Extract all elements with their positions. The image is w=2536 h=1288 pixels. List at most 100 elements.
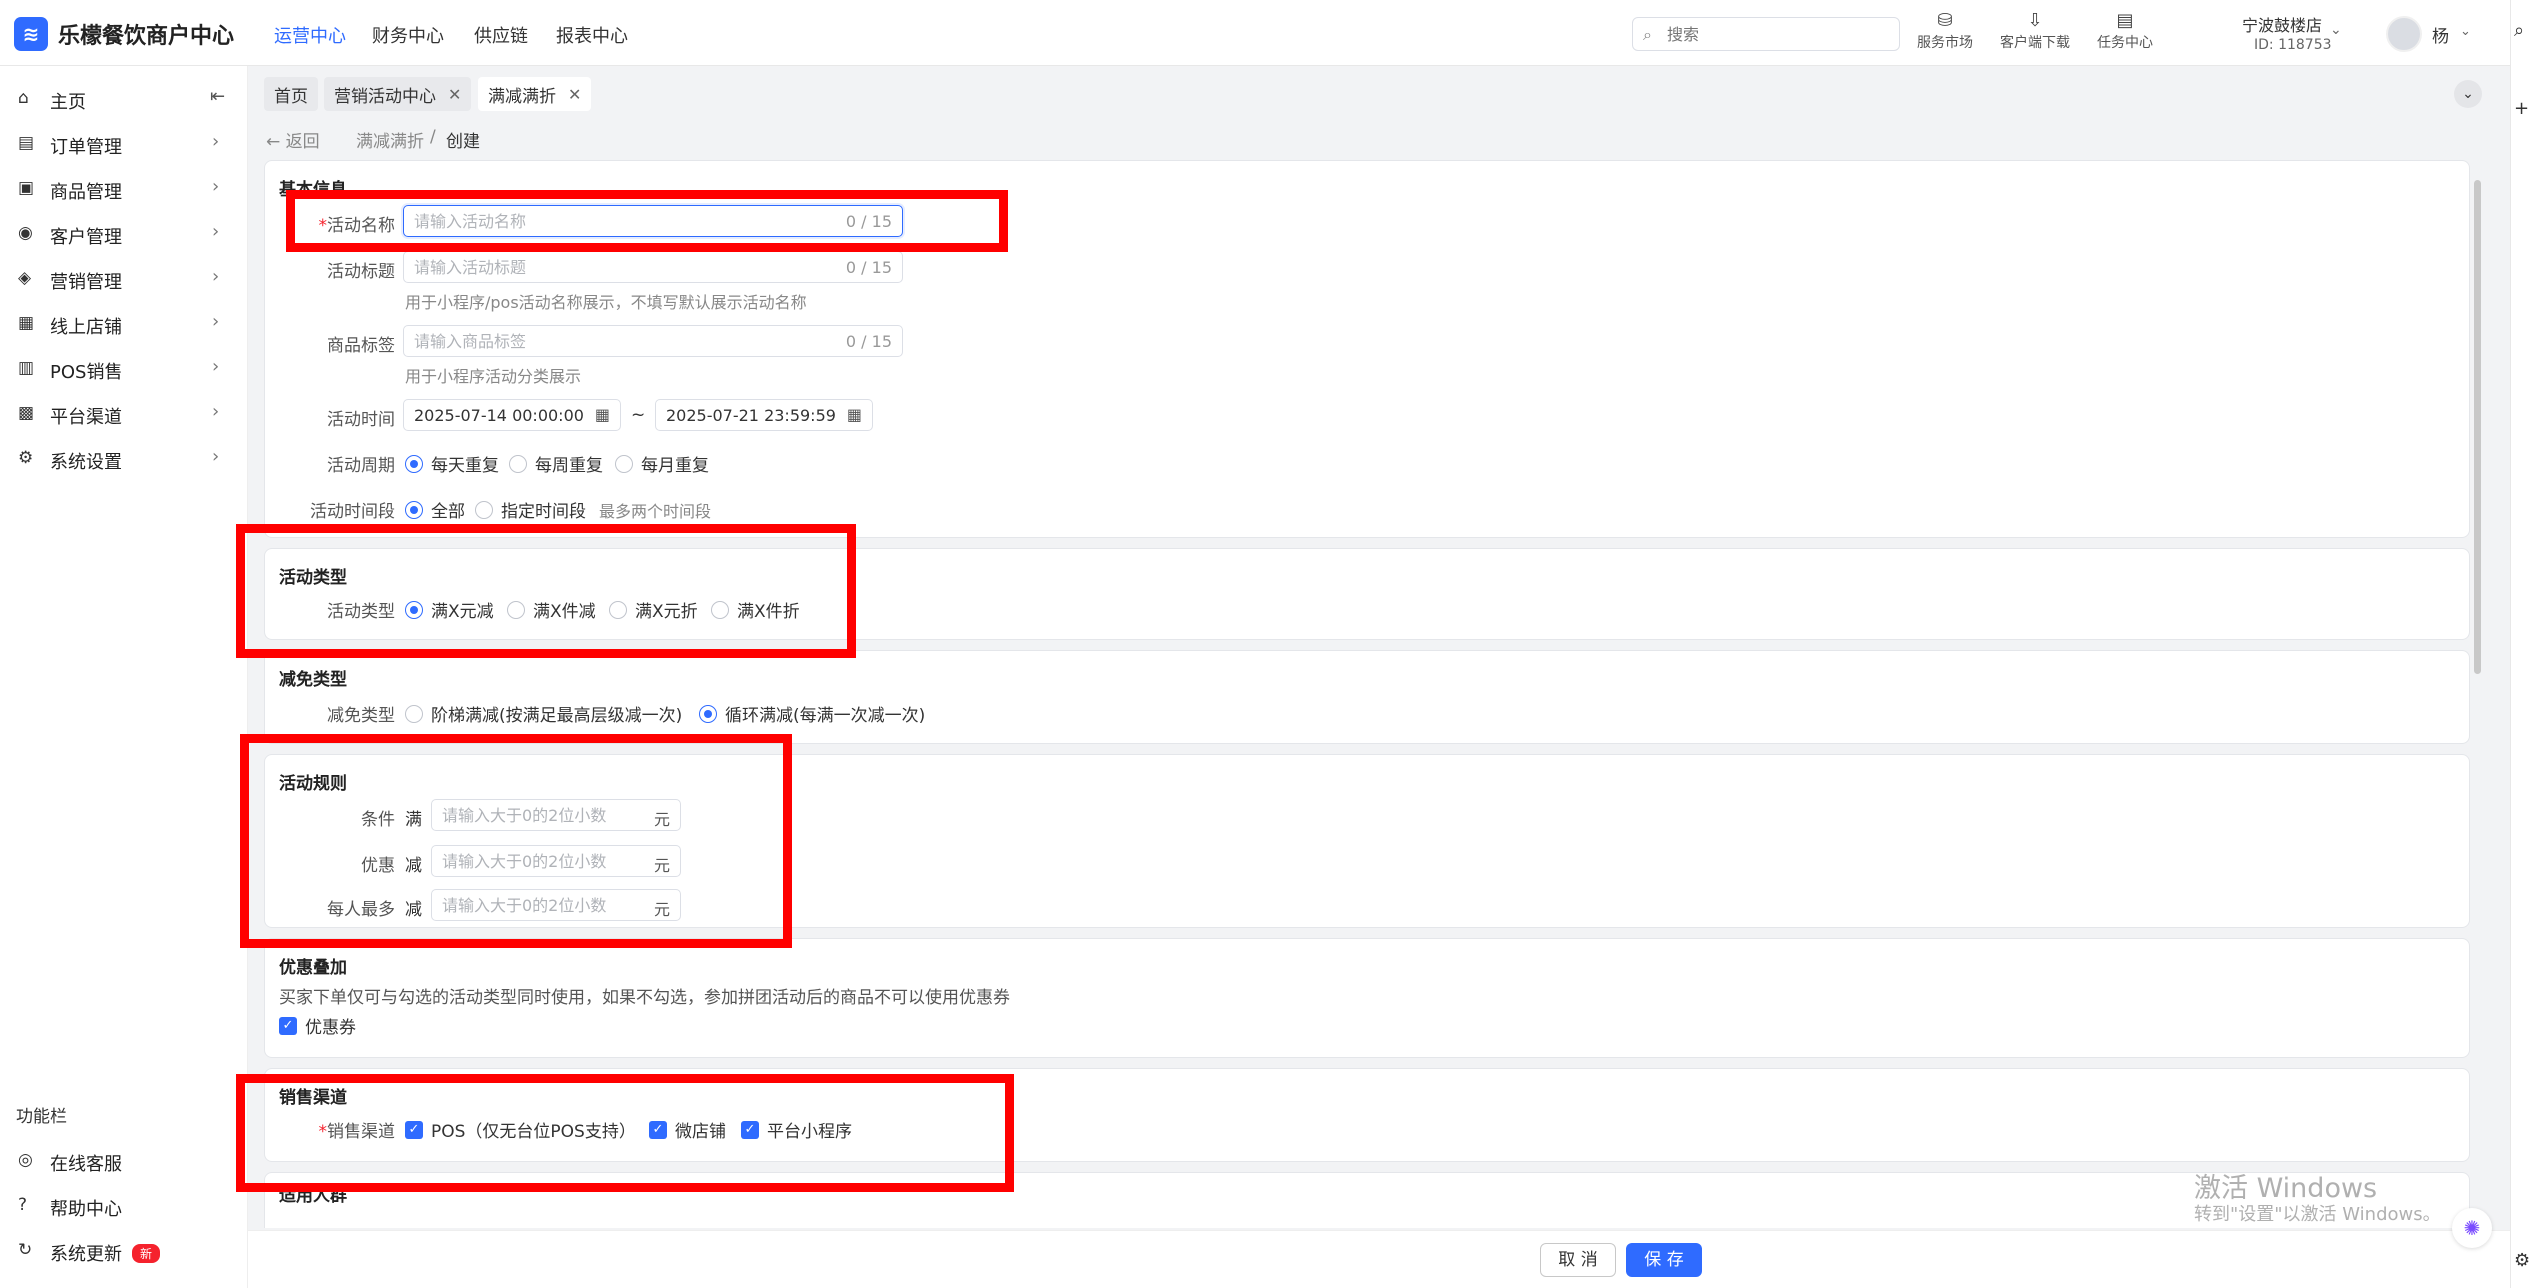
- search-input[interactable]: [1667, 22, 1887, 46]
- chat-icon: ◎: [18, 1150, 33, 1170]
- chevron-down-icon[interactable]: ⌄: [2454, 80, 2482, 108]
- sidebar-item-settings[interactable]: ⚙ 系统设置 ›: [0, 436, 248, 480]
- reduce-option-tiered[interactable]: 阶梯满减(按满足最高层级减一次): [405, 701, 682, 726]
- goods-tag-input[interactable]: [414, 330, 834, 352]
- char-counter: 0 / 15: [845, 332, 892, 351]
- settings-icon: ⚙: [18, 448, 34, 468]
- tab-full-reduction[interactable]: 满减满折 ✕: [478, 77, 592, 111]
- chevron-right-icon: ›: [212, 446, 220, 467]
- sidebar-item-online-service[interactable]: ◎ 在线客服: [0, 1138, 248, 1182]
- period-option-all[interactable]: 全部: [405, 497, 465, 522]
- sidebar-item-online-shop[interactable]: ▦ 线上店铺 ›: [0, 301, 248, 345]
- goods-icon: ▣: [18, 178, 35, 198]
- back-link[interactable]: ← 返回: [266, 127, 320, 152]
- pos-icon: ▥: [18, 358, 35, 378]
- breadcrumb-parent[interactable]: 满减满折: [356, 127, 424, 152]
- chevron-right-icon: ›: [212, 311, 220, 332]
- task-center-label: 任务中心: [2097, 35, 2153, 51]
- tab-marketing-center[interactable]: 营销活动中心 ✕: [324, 77, 472, 111]
- calendar-icon: ▦: [846, 405, 862, 424]
- chevron-right-icon: ›: [212, 221, 220, 242]
- form-content: 基本信息 *活动名称 0 / 15 活动标题 0 / 15 用于小程序/pos活…: [264, 160, 2474, 1228]
- client-download-button[interactable]: ⇩ 客户端下载: [1995, 10, 2075, 52]
- period-option-specified[interactable]: 指定时间段: [475, 497, 586, 522]
- annotation-box: [286, 190, 1008, 252]
- radio[interactable]: [405, 704, 423, 723]
- sidebar-item-help[interactable]: ? 帮助中心: [0, 1183, 248, 1227]
- sidebar-item-pos[interactable]: ▥ POS销售 ›: [0, 346, 248, 390]
- sidebar-item-label: POS销售: [50, 362, 123, 383]
- radio-selected[interactable]: [405, 500, 423, 519]
- chevron-down-icon[interactable]: ⌄: [2460, 24, 2471, 39]
- ai-assistant-icon[interactable]: ✺: [2452, 1208, 2492, 1248]
- reduce-type-card: 减免类型 减免类型 阶梯满减(按满足最高层级减一次) 循环满减(每满一次减一次): [264, 650, 2470, 744]
- app-logo-icon: ≋: [14, 17, 48, 51]
- cancel-button[interactable]: 取 消: [1540, 1243, 1616, 1277]
- sidebar-item-label: 在线客服: [50, 1154, 122, 1175]
- chevron-right-icon: ›: [212, 131, 220, 152]
- char-counter: 0 / 15: [845, 258, 892, 277]
- help-text: 用于小程序活动分类展示: [405, 367, 582, 386]
- sidebar-item-home[interactable]: ⌂ 主页: [0, 76, 248, 120]
- sidebar-item-platform[interactable]: ▩ 平台渠道 ›: [0, 391, 248, 435]
- nav-operations[interactable]: 运营中心: [274, 22, 346, 48]
- activity-title-input[interactable]: [414, 256, 834, 278]
- coupon-checkbox[interactable]: ✓ 优惠券: [279, 1013, 356, 1038]
- task-center-button[interactable]: ▤ 任务中心: [2085, 10, 2165, 52]
- field-label: 商品标签: [327, 336, 395, 356]
- service-market-button[interactable]: ⛁ 服务市场: [1905, 10, 1985, 52]
- goods-tag-field[interactable]: 0 / 15: [403, 325, 903, 357]
- nav-finance[interactable]: 财务中心: [372, 22, 444, 48]
- help-icon: ?: [18, 1195, 28, 1215]
- help-text: 最多两个时间段: [599, 502, 712, 521]
- sidebar-item-customers[interactable]: ◉ 客户管理 ›: [0, 211, 248, 255]
- end-time-input[interactable]: [666, 404, 842, 426]
- search-box[interactable]: ⌕: [1632, 17, 1900, 51]
- close-icon[interactable]: ✕: [568, 85, 581, 104]
- radio-selected[interactable]: [405, 454, 423, 473]
- check-icon[interactable]: ✓: [279, 1016, 297, 1035]
- breadcrumb-separator: /: [430, 127, 436, 147]
- start-time-input[interactable]: [414, 404, 590, 426]
- field-label: 活动标题: [327, 262, 395, 282]
- section-title: 减免类型: [279, 670, 347, 690]
- radio[interactable]: [509, 454, 527, 473]
- new-badge: 新: [132, 1244, 161, 1263]
- sidebar-item-marketing[interactable]: ◈ 营销管理 ›: [0, 256, 248, 300]
- cycle-option-weekly[interactable]: 每周重复: [509, 451, 603, 476]
- sidebar-item-label: 线上店铺: [50, 317, 122, 338]
- nav-reports[interactable]: 报表中心: [556, 22, 628, 48]
- gear-icon[interactable]: ⚙: [2514, 1250, 2530, 1271]
- close-icon[interactable]: ✕: [448, 85, 461, 104]
- help-text: 用于小程序/pos活动名称展示，不填写默认展示活动名称: [405, 293, 807, 312]
- sidebar-item-orders[interactable]: ▤ 订单管理 ›: [0, 121, 248, 165]
- end-time-picker[interactable]: ▦: [655, 399, 873, 431]
- client-download-label: 客户端下载: [2000, 35, 2070, 51]
- refresh-icon: ↻: [18, 1240, 33, 1260]
- radio-selected[interactable]: [699, 704, 717, 723]
- store-icon: ⛁: [1937, 10, 1953, 31]
- tab-home[interactable]: 首页: [264, 77, 318, 111]
- plus-icon[interactable]: +: [2514, 98, 2529, 119]
- sidebar-item-goods[interactable]: ▣ 商品管理 ›: [0, 166, 248, 210]
- store-id: ID: 118753: [2254, 37, 2332, 53]
- chevron-right-icon: ›: [212, 266, 220, 287]
- start-time-picker[interactable]: ▦: [403, 399, 621, 431]
- sidebar-item-system-update[interactable]: ↻ 系统更新新: [0, 1228, 248, 1272]
- search-icon: ⌕: [1643, 25, 1652, 44]
- activity-title-field[interactable]: 0 / 15: [403, 251, 903, 283]
- scrollbar[interactable]: [2474, 180, 2481, 674]
- chevron-down-icon[interactable]: ⌄: [2330, 22, 2342, 38]
- user-name[interactable]: 杨: [2432, 22, 2449, 47]
- reduce-option-loop[interactable]: 循环满减(每满一次减一次): [699, 701, 925, 726]
- radio[interactable]: [475, 500, 493, 519]
- save-button[interactable]: 保 存: [1626, 1243, 1702, 1277]
- cycle-option-monthly[interactable]: 每月重复: [615, 451, 709, 476]
- radio[interactable]: [615, 454, 633, 473]
- store-selector[interactable]: 宁波鼓楼店: [2242, 12, 2322, 36]
- search-icon[interactable]: ⌕: [2514, 20, 2524, 41]
- nav-supply-chain[interactable]: 供应链: [474, 22, 528, 48]
- task-icon: ▤: [2116, 10, 2134, 31]
- cycle-option-daily[interactable]: 每天重复: [405, 451, 499, 476]
- avatar[interactable]: [2386, 16, 2422, 52]
